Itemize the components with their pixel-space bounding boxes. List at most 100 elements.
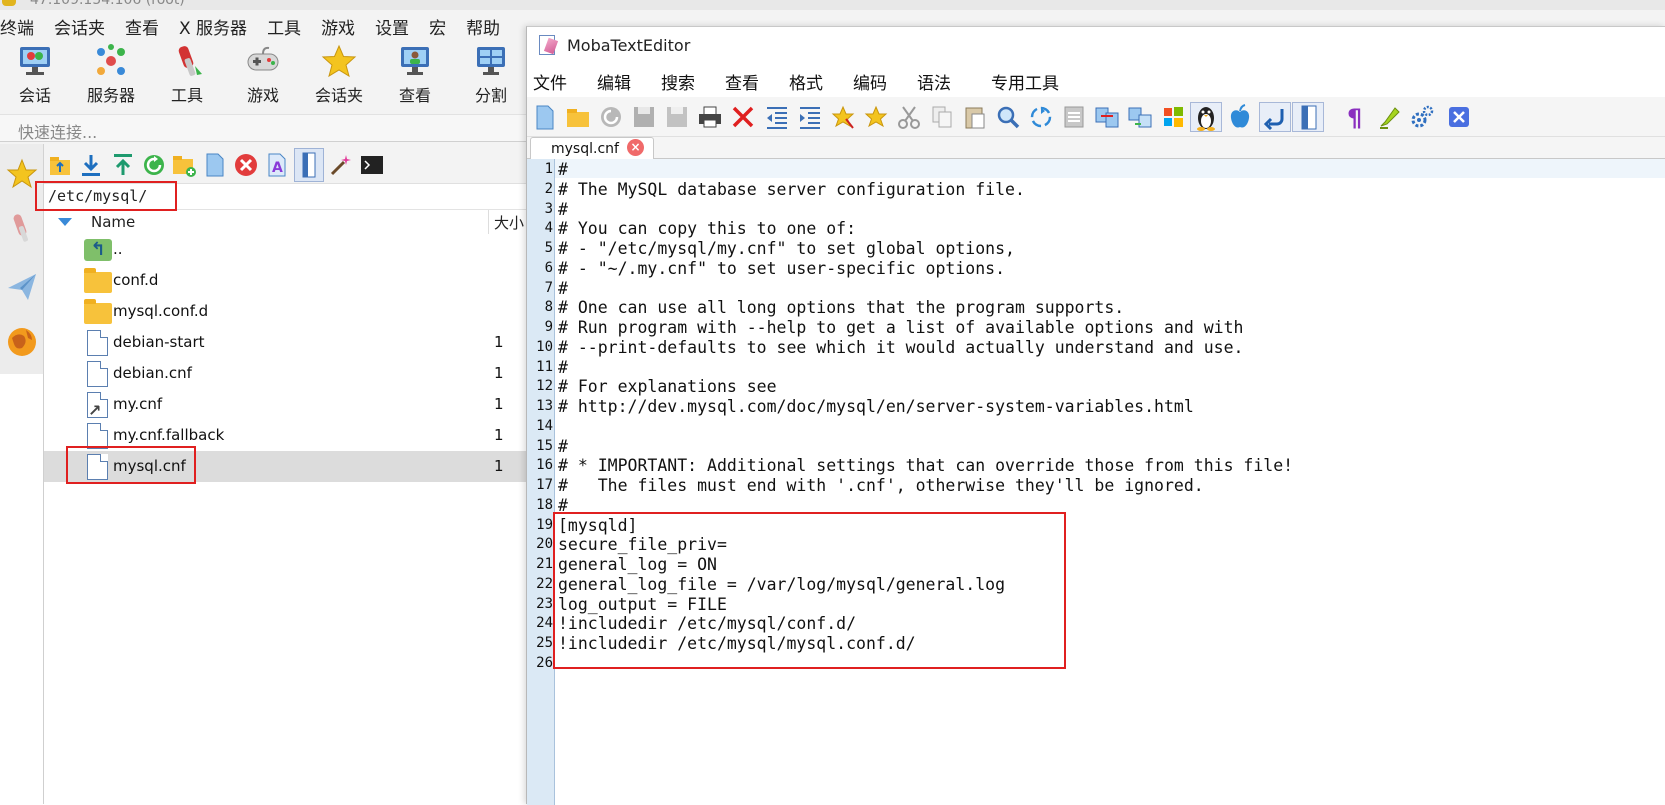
menu-view[interactable]: 查看: [125, 12, 169, 42]
delete-icon: [235, 154, 257, 176]
refresh-button[interactable]: [141, 152, 167, 178]
sftp-tab-button[interactable]: [2, 314, 42, 370]
indent-button[interactable]: [796, 102, 824, 132]
line-number: 26: [536, 654, 553, 671]
file-row-debian-cnf[interactable]: debian.cnf 1: [44, 358, 544, 389]
split-button[interactable]: 分割: [456, 44, 526, 106]
tab-mysql-cnf[interactable]: mysql.cnf ×: [530, 137, 654, 160]
editor-title-bar[interactable]: MobaTextEditor: [527, 27, 1665, 65]
file-row-parent[interactable]: ↰ ..: [44, 234, 544, 265]
sync-button[interactable]: [1126, 102, 1154, 132]
file-row-conf-d[interactable]: conf.d: [44, 265, 544, 296]
file-size: 1: [494, 333, 504, 351]
split-grid-icon: [473, 44, 509, 78]
rename-button[interactable]: A: [264, 152, 290, 178]
column-size[interactable]: 大小: [494, 212, 524, 233]
highlight-button[interactable]: [1375, 102, 1403, 132]
bookmark-toggle-button[interactable]: [829, 102, 857, 132]
open-terminal-button[interactable]: [359, 152, 385, 178]
folder-icon: [84, 298, 112, 326]
paste-button[interactable]: [961, 102, 989, 132]
servers-button[interactable]: 服务器: [76, 44, 146, 106]
file-row-debian-start[interactable]: debian-start 1: [44, 327, 544, 358]
menu-syntax[interactable]: 语法: [911, 65, 951, 97]
menu-help[interactable]: 帮助: [466, 12, 510, 42]
print-icon: [699, 106, 721, 128]
menu-encoding[interactable]: 编码: [847, 65, 887, 97]
cut-button[interactable]: [895, 102, 923, 132]
tools-button[interactable]: 工具: [152, 44, 222, 106]
find-button[interactable]: [994, 102, 1022, 132]
unix-format-button[interactable]: [1190, 102, 1222, 132]
windows-format-button[interactable]: [1159, 102, 1187, 132]
menu-tools[interactable]: 工具: [267, 12, 311, 42]
new-file-button[interactable]: [202, 152, 228, 178]
close-file-button[interactable]: [729, 102, 757, 132]
menu-macros[interactable]: 宏: [429, 12, 456, 42]
file-name: debian.cnf: [113, 364, 192, 382]
bookmark-next-button[interactable]: [862, 102, 890, 132]
file-row-my-cnf[interactable]: ↗ my.cnf 1: [44, 389, 544, 420]
new-folder-button[interactable]: [171, 152, 197, 178]
menu-edit[interactable]: 编辑: [591, 65, 631, 97]
column-name[interactable]: Name: [91, 213, 135, 231]
left-rail-empty: [0, 374, 44, 804]
save-button[interactable]: [630, 102, 658, 132]
word-wrap-button[interactable]: [1259, 102, 1291, 132]
menu-terminal[interactable]: 终端: [0, 12, 44, 42]
globe-icon: [8, 328, 36, 356]
view-button[interactable]: 查看: [380, 44, 450, 106]
save-as-button[interactable]: [663, 102, 691, 132]
gamepad-icon: [245, 44, 281, 78]
show-sidebar-button[interactable]: [1292, 102, 1324, 132]
line-number: 3: [544, 200, 553, 217]
line-number: 15: [536, 437, 553, 454]
copy-button[interactable]: [928, 102, 956, 132]
session-button[interactable]: 会话: [0, 44, 70, 106]
unindent-button[interactable]: [763, 102, 791, 132]
text-editor-icon: [539, 35, 555, 55]
menu-xserver[interactable]: X 服务器: [179, 12, 257, 42]
games-button[interactable]: 游戏: [228, 44, 298, 106]
menu-settings[interactable]: 设置: [375, 12, 419, 42]
parent-directory-button[interactable]: [48, 152, 74, 178]
menu-sessions[interactable]: 会话夹: [54, 12, 115, 42]
mac-format-button[interactable]: [1226, 102, 1254, 132]
settings-button[interactable]: [1408, 102, 1436, 132]
sort-down-icon[interactable]: [58, 218, 72, 226]
reload-button[interactable]: [597, 102, 625, 132]
file-row-mysql-conf-d[interactable]: mysql.conf.d: [44, 296, 544, 327]
menu-format[interactable]: 格式: [783, 65, 823, 97]
show-whitespace-button[interactable]: ¶: [1342, 102, 1370, 132]
replace-button[interactable]: [1027, 102, 1055, 132]
star-pin-icon: [831, 105, 855, 129]
tab-close-icon[interactable]: ×: [627, 139, 644, 156]
compare-icon: [1095, 107, 1119, 128]
download-button[interactable]: [78, 152, 104, 178]
menu-games[interactable]: 游戏: [321, 12, 365, 42]
line-number: 21: [536, 556, 553, 572]
file-size: 1: [494, 457, 504, 475]
print-button[interactable]: [696, 102, 724, 132]
menu-special-tools[interactable]: 专用工具: [985, 65, 1059, 97]
delete-button[interactable]: [233, 152, 259, 178]
menu-file[interactable]: 文件: [527, 65, 567, 97]
code-line: # - "/etc/mysql/my.cnf" to set global op…: [558, 239, 1015, 258]
quick-connect-input[interactable]: 快速连接...: [0, 114, 560, 142]
menu-search[interactable]: 搜索: [655, 65, 695, 97]
new-file-icon: [206, 153, 224, 177]
new-button[interactable]: [531, 102, 559, 132]
compare-button[interactable]: [1093, 102, 1121, 132]
close-editor-button[interactable]: [1445, 102, 1473, 132]
code-editor[interactable]: 1 2 3 4 5 6 7 8 9 10 11 12 13 14 15 16 17 18 19 20 21 22 23 24 2…: [527, 159, 1665, 805]
column-separator[interactable]: [488, 210, 489, 234]
goto-line-button[interactable]: [1060, 102, 1088, 132]
macros-tab-button[interactable]: [2, 258, 42, 314]
sessions-folder-button[interactable]: 会话夹: [304, 44, 374, 106]
open-button[interactable]: [564, 102, 592, 132]
magic-wand-button[interactable]: [328, 152, 354, 178]
menu-view[interactable]: 查看: [719, 65, 759, 97]
upload-button[interactable]: [110, 152, 136, 178]
follow-terminal-button[interactable]: [294, 148, 324, 182]
code-line: # http://dev.mysql.com/doc/mysql/en/serv…: [558, 397, 1194, 416]
